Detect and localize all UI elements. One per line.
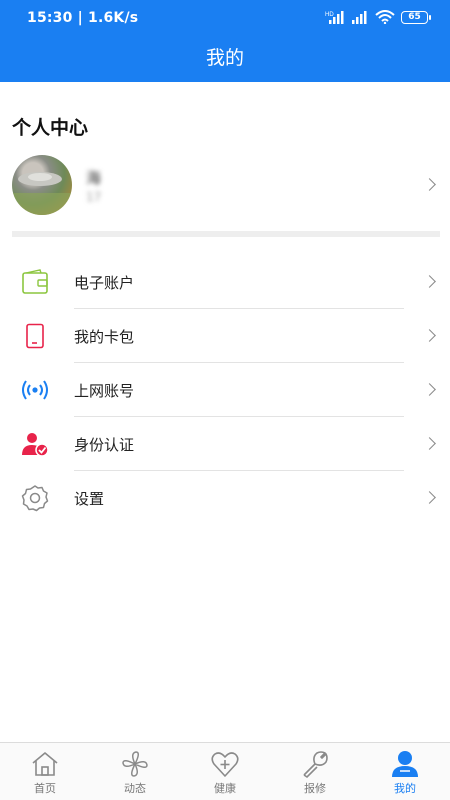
tab-home[interactable]: 首页 (0, 743, 90, 800)
menu-item-electronic-account[interactable]: 电子账户 (0, 255, 450, 309)
chevron-right-icon (423, 178, 436, 191)
tab-label: 动态 (124, 782, 146, 795)
wallet-icon (20, 267, 50, 297)
chevron-right-icon (423, 491, 436, 504)
menu-label: 我的卡包 (74, 328, 135, 346)
svg-text:HD: HD (325, 12, 334, 18)
menu-item-card-wallet[interactable]: 我的卡包 (0, 309, 450, 363)
menu-label: 身份认证 (74, 436, 135, 454)
chevron-right-icon (423, 275, 436, 288)
status-bar: 15:30 | 1.6K/s HD 65 (0, 0, 450, 36)
chevron-right-icon (423, 437, 436, 450)
home-icon (32, 752, 58, 776)
status-time-speed: 15:30 | 1.6K/s (27, 10, 139, 26)
section-title: 个人中心 (12, 117, 89, 139)
profile-phone: 17 (86, 190, 102, 204)
menu-item-settings[interactable]: 设置 (0, 471, 450, 525)
status-icons: HD 65 (325, 10, 431, 24)
menu-label: 上网账号 (74, 382, 135, 400)
chevron-right-icon (423, 329, 436, 342)
wrench-icon (303, 751, 328, 779)
menu-item-identity-verification[interactable]: 身份认证 (0, 417, 450, 471)
pinwheel-icon (122, 751, 148, 777)
bottom-tab-bar: 首页 动态 健康 报修 我的 (0, 742, 450, 800)
heart-plus-icon (211, 752, 239, 777)
person-icon (392, 751, 418, 777)
user-verified-icon (20, 429, 50, 459)
gear-icon (20, 483, 50, 513)
avatar-photo (12, 172, 72, 215)
wifi-icon (375, 10, 395, 24)
menu-label: 电子账户 (74, 274, 135, 292)
menu-item-network-account[interactable]: 上网账号 (0, 363, 450, 417)
tab-label: 我的 (394, 782, 416, 795)
menu-label: 设置 (74, 490, 105, 508)
wifi-broadcast-icon (20, 375, 50, 405)
tab-mine[interactable]: 我的 (360, 743, 450, 800)
profile-card[interactable]: 海 17 (0, 152, 450, 218)
tab-label: 健康 (214, 782, 236, 795)
signal-hd-icon: HD (325, 11, 344, 24)
tab-repair[interactable]: 报修 (270, 743, 360, 800)
tab-label: 首页 (34, 782, 56, 795)
signal-icon (352, 11, 367, 24)
profile-name: 海 (86, 169, 102, 187)
avatar (12, 155, 72, 215)
menu-list: 电子账户 我的卡包 上网账号 身份认证 设置 (0, 255, 450, 525)
tab-label: 报修 (304, 782, 326, 795)
tab-feed[interactable]: 动态 (90, 743, 180, 800)
card-icon (20, 321, 50, 351)
page-title: 我的 (205, 47, 244, 69)
battery-indicator: 65 (401, 10, 431, 24)
tab-health[interactable]: 健康 (180, 743, 270, 800)
top-bar: 15:30 | 1.6K/s HD 65 我的 (0, 0, 450, 82)
section-divider (12, 231, 440, 237)
chevron-right-icon (423, 383, 436, 396)
